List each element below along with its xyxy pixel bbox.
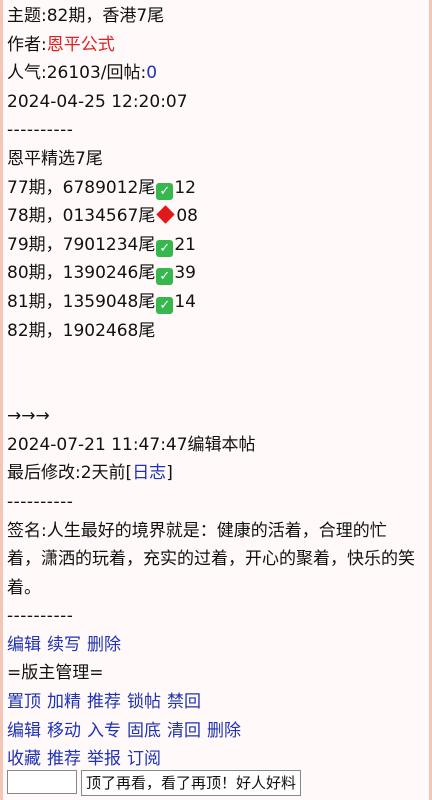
move-link[interactable]: 移动 — [47, 721, 81, 741]
recommend-link[interactable]: 推荐 — [87, 692, 121, 712]
post-title: 主题:82期，香港7尾 — [7, 6, 165, 26]
reply-count[interactable]: 0 — [146, 63, 157, 83]
pick-row: 78期，0134567尾 08 — [7, 202, 429, 231]
mod-edit-link[interactable]: 编辑 — [7, 721, 41, 741]
feature-link[interactable]: 加精 — [47, 692, 81, 712]
quick-reply-button[interactable]: 顶了再看，看了再顶！好人好料 — [81, 770, 302, 796]
pick-row: 81期，1359048尾 ✓ 14 — [7, 288, 429, 317]
pick-result: 39 — [174, 263, 196, 284]
author-line: 作者:恩平公式 — [7, 31, 429, 60]
no-reply-link[interactable]: 禁回 — [167, 692, 201, 712]
log-link[interactable]: 日志 — [132, 463, 166, 483]
divider: ---------- — [7, 606, 74, 627]
sink-link[interactable]: 固底 — [127, 721, 161, 741]
picks-heading: 恩平精选7尾 — [7, 148, 103, 169]
clear-replies-link[interactable]: 清回 — [167, 721, 201, 741]
moderator-label: =版主管理= — [7, 663, 104, 684]
last-modified-label: 最后修改:2天前[ — [7, 463, 133, 484]
check-mark-icon: ✓ — [156, 239, 174, 257]
signature: 签名:人生最好的境界就是：健康的活着，合理的忙着，潇洒的玩着，充实的过着，开心的… — [7, 520, 415, 598]
author-actions: 编辑 续写 删除 — [7, 631, 429, 660]
edit-time: 2024-07-21 11:47:47编辑本帖 — [7, 434, 256, 455]
picks-list: 77期，6789012尾 ✓ 12 78期，0134567尾 08 79期，7901234… — [7, 174, 429, 346]
moderator-actions-2: 编辑 移动 入专 固底 清回 删除 — [7, 717, 429, 746]
subscribe-link[interactable]: 订阅 — [127, 749, 161, 769]
arrows: →→→ — [7, 406, 50, 427]
pick-result: 14 — [174, 291, 196, 312]
last-modified: 最后修改:2天前[日志] — [7, 459, 429, 488]
popularity-label: 人气:26103/回帖: — [7, 63, 147, 84]
popularity-line: 人气:26103/回帖:0 — [7, 59, 429, 88]
pick-result: 21 — [174, 234, 196, 255]
reply-input[interactable] — [7, 770, 77, 794]
last-modified-close: ] — [166, 463, 173, 484]
red-diamond-icon — [156, 205, 176, 224]
pick-text: 80期，1390246尾 — [7, 263, 156, 284]
lock-link[interactable]: 锁帖 — [127, 692, 161, 712]
add-to-topic-link[interactable]: 入专 — [87, 721, 121, 741]
pick-result: 12 — [174, 177, 196, 198]
user-recommend-link[interactable]: 推荐 — [47, 749, 81, 769]
mod-delete-link[interactable]: 删除 — [207, 721, 241, 741]
divider: ---------- — [7, 491, 74, 512]
post-datetime: 2024-04-25 12:20:07 — [7, 91, 188, 112]
pick-text: 82期，1902468尾 — [7, 320, 156, 341]
pick-text: 78期，0134567尾 — [7, 206, 156, 227]
continue-link[interactable]: 续写 — [47, 635, 81, 655]
pick-text: 79期，7901234尾 — [7, 234, 156, 255]
pick-row: 80期，1390246尾 ✓ 39 — [7, 259, 429, 288]
pin-link[interactable]: 置顶 — [7, 692, 41, 712]
post-content: 主题:82期，香港7尾 作者:恩平公式 人气:26103/回帖:0 2024-0… — [3, 0, 429, 774]
moderator-actions-1: 置顶 加精 推荐 锁帖 禁回 — [7, 688, 429, 717]
favorite-link[interactable]: 收藏 — [7, 749, 41, 769]
pick-row: 77期，6789012尾 ✓ 12 — [7, 174, 429, 203]
author-label: 作者: — [7, 34, 47, 55]
pick-row: 79期，7901234尾 ✓ 21 — [7, 231, 429, 260]
edit-link[interactable]: 编辑 — [7, 635, 41, 655]
check-mark-icon: ✓ — [156, 182, 174, 200]
divider: ---------- — [7, 120, 74, 141]
blank-space — [7, 345, 429, 402]
author-link[interactable]: 恩平公式 — [47, 35, 115, 55]
page-frame: 主题:82期，香港7尾 作者:恩平公式 人气:26103/回帖:0 2024-0… — [0, 0, 432, 800]
check-mark-icon: ✓ — [156, 296, 174, 314]
pick-row: 82期，1902468尾 — [7, 317, 429, 346]
report-link[interactable]: 举报 — [87, 749, 121, 769]
pick-text: 77期，6789012尾 — [7, 177, 156, 198]
check-mark-icon: ✓ — [156, 268, 174, 286]
reply-bar: 顶了再看，看了再顶！好人好料 — [7, 770, 302, 796]
delete-link[interactable]: 删除 — [87, 635, 121, 655]
pick-text: 81期，1359048尾 — [7, 291, 156, 312]
pick-result: 08 — [176, 206, 198, 227]
